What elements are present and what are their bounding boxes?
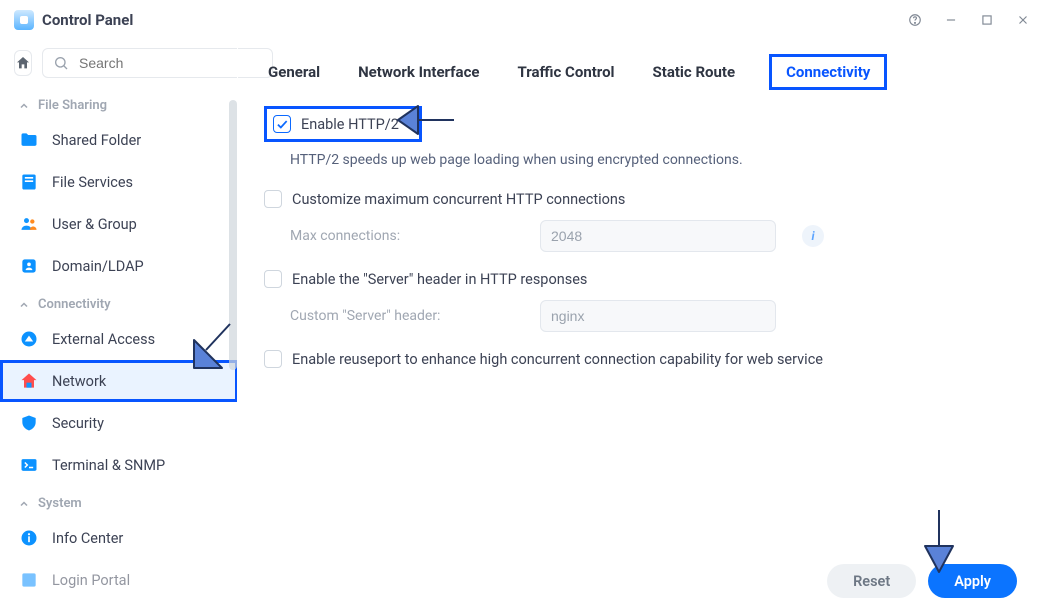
control-panel-icon (14, 10, 34, 30)
sidebar-item-label: Network (52, 373, 106, 390)
max-connections-input (540, 220, 776, 252)
chevron-up-icon (18, 299, 30, 311)
terminal-icon (18, 454, 40, 476)
section-system[interactable]: System (0, 486, 238, 517)
tab-traffic-control[interactable]: Traffic Control (513, 57, 618, 87)
folder-icon (18, 129, 40, 151)
help-icon[interactable] (905, 10, 925, 30)
home-button[interactable] (14, 50, 32, 76)
enable-reuseport-checkbox[interactable] (264, 350, 282, 368)
search-input[interactable] (77, 54, 262, 72)
customize-max-label: Customize maximum concurrent HTTP connec… (292, 191, 625, 208)
tab-connectivity[interactable]: Connectivity (769, 54, 887, 90)
users-icon (18, 213, 40, 235)
close-icon[interactable] (1013, 10, 1033, 30)
custom-server-label: Custom "Server" header: (290, 308, 520, 324)
login-portal-icon (18, 569, 40, 591)
info-icon (18, 527, 40, 549)
section-connectivity[interactable]: Connectivity (0, 287, 238, 318)
enable-http2-label: Enable HTTP/2 (301, 116, 399, 133)
sidebar-item-shared-folder[interactable]: Shared Folder (0, 119, 238, 161)
sidebar-item-label: Domain/LDAP (52, 258, 144, 275)
reset-button[interactable]: Reset (827, 564, 916, 598)
maximize-icon[interactable] (977, 10, 997, 30)
enable-server-header-checkbox[interactable] (264, 270, 282, 288)
enable-server-header-label: Enable the "Server" header in HTTP respo… (292, 271, 587, 288)
tab-bar: General Network Interface Traffic Contro… (264, 40, 1017, 100)
sidebar-item-user-group[interactable]: User & Group (0, 203, 238, 245)
external-access-icon (18, 328, 40, 350)
sidebar-item-label: External Access (52, 331, 155, 348)
sidebar-item-terminal-snmp[interactable]: Terminal & SNMP (0, 444, 238, 486)
tab-general[interactable]: General (264, 57, 324, 87)
apply-button[interactable]: Apply (928, 564, 1017, 598)
enable-http2-highlight: Enable HTTP/2 (264, 106, 422, 142)
chevron-up-icon (18, 498, 30, 510)
window-title: Control Panel (42, 11, 133, 29)
sidebar-item-info-center[interactable]: Info Center (0, 517, 238, 559)
sidebar-item-label: Security (52, 415, 104, 432)
sidebar-item-label: User & Group (52, 216, 137, 233)
sidebar-item-label: Login Portal (52, 572, 130, 589)
custom-server-input (540, 300, 776, 332)
enable-http2-checkbox[interactable] (273, 115, 291, 133)
enable-reuseport-label: Enable reuseport to enhance high concurr… (292, 351, 823, 368)
sidebar-item-network[interactable]: Network (0, 360, 238, 402)
sidebar-item-label: Info Center (52, 530, 123, 547)
sidebar-item-login-portal[interactable]: Login Portal (0, 559, 238, 601)
customize-max-checkbox[interactable] (264, 190, 282, 208)
search-icon (53, 55, 69, 71)
sidebar-item-domain-ldap[interactable]: Domain/LDAP (0, 245, 238, 287)
chevron-up-icon (18, 100, 30, 112)
domain-icon (18, 255, 40, 277)
shield-icon (18, 412, 40, 434)
sidebar-item-security[interactable]: Security (0, 402, 238, 444)
http2-description: HTTP/2 speeds up web page loading when u… (264, 142, 1017, 182)
max-connections-label: Max connections: (290, 228, 520, 244)
tab-network-interface[interactable]: Network Interface (354, 57, 483, 87)
tab-static-route[interactable]: Static Route (649, 57, 740, 87)
minimize-icon[interactable] (941, 10, 961, 30)
sidebar-item-label: File Services (52, 174, 133, 191)
section-file-sharing[interactable]: File Sharing (0, 88, 238, 119)
sidebar-scrollbar[interactable] (229, 100, 237, 370)
network-icon (18, 370, 40, 392)
sidebar-item-external-access[interactable]: External Access (0, 318, 238, 360)
sidebar-item-file-services[interactable]: File Services (0, 161, 238, 203)
sidebar-item-label: Terminal & SNMP (52, 457, 165, 474)
sidebar-item-label: Shared Folder (52, 132, 141, 149)
info-icon[interactable]: i (802, 225, 824, 247)
file-services-icon (18, 171, 40, 193)
